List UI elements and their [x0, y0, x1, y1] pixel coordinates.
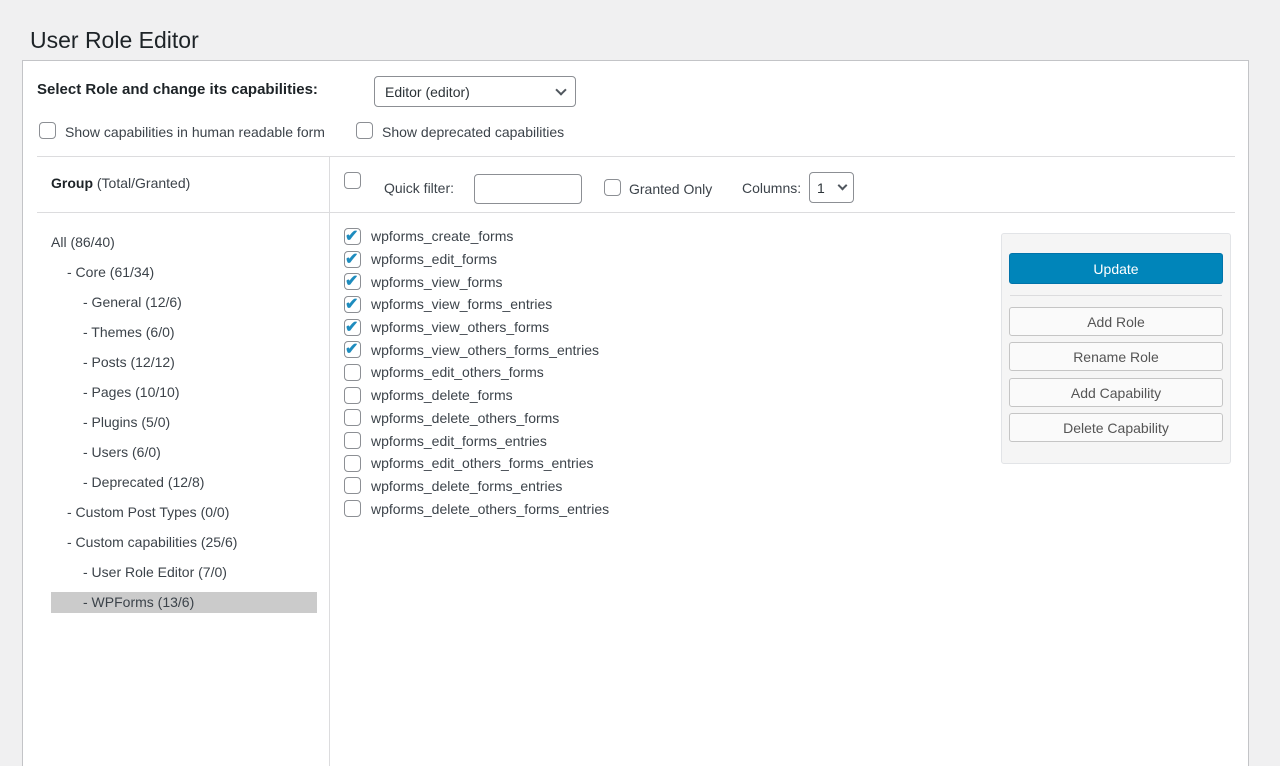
group-tree-item[interactable]: All (86/40) — [51, 232, 317, 253]
capability-checkbox[interactable] — [344, 296, 361, 313]
group-header-subtitle: (Total/Granted) — [93, 175, 190, 191]
capability-row: wpforms_edit_others_forms — [344, 361, 609, 384]
deprecated-checkbox[interactable] — [356, 122, 373, 139]
role-select-value: Editor (editor) — [385, 84, 557, 100]
rename-role-button[interactable]: Rename Role — [1009, 342, 1223, 371]
columns-select[interactable]: 1 — [809, 172, 854, 203]
human-readable-checkbox[interactable] — [39, 122, 56, 139]
quick-filter-label: Quick filter: — [384, 180, 454, 196]
capability-label: wpforms_edit_others_forms — [371, 364, 544, 380]
human-readable-label: Show capabilities in human readable form — [65, 124, 325, 140]
capability-row: wpforms_create_forms — [344, 225, 609, 248]
columns-label: Columns: — [742, 180, 801, 196]
chevron-down-icon — [555, 84, 566, 95]
role-select[interactable]: Editor (editor) — [374, 76, 576, 107]
capability-label: wpforms_view_others_forms — [371, 319, 549, 335]
group-tree-item[interactable]: - Custom capabilities (25/6) — [51, 532, 317, 553]
group-tree-item[interactable]: - User Role Editor (7/0) — [51, 562, 317, 583]
add-capability-button[interactable]: Add Capability — [1009, 378, 1223, 407]
capability-label: wpforms_delete_forms — [371, 387, 513, 403]
divider — [1010, 295, 1222, 296]
capability-checkbox[interactable] — [344, 455, 361, 472]
granted-only-label: Granted Only — [629, 181, 712, 197]
capability-label: wpforms_delete_forms_entries — [371, 478, 562, 494]
granted-only-checkbox[interactable] — [604, 179, 621, 196]
capability-label: wpforms_view_others_forms_entries — [371, 342, 599, 358]
group-header: Group (Total/Granted) — [51, 175, 190, 191]
select-all-checkbox[interactable] — [344, 172, 361, 189]
group-tree-item[interactable]: - Plugins (5/0) — [51, 412, 317, 433]
select-role-label: Select Role and change its capabilities: — [37, 81, 318, 98]
capability-label: wpforms_edit_others_forms_entries — [371, 455, 594, 471]
page-title: User Role Editor — [30, 26, 199, 56]
deprecated-label: Show deprecated capabilities — [382, 124, 564, 140]
capability-label: wpforms_delete_others_forms_entries — [371, 501, 609, 517]
capability-label: wpforms_create_forms — [371, 228, 513, 244]
group-tree-item[interactable]: - WPForms (13/6) — [51, 592, 317, 613]
capability-checkbox[interactable] — [344, 409, 361, 426]
capability-label: wpforms_view_forms — [371, 274, 502, 290]
capability-checkbox[interactable] — [344, 500, 361, 517]
capability-row: wpforms_view_others_forms_entries — [344, 338, 609, 361]
capability-row: wpforms_view_others_forms — [344, 316, 609, 339]
capability-row: wpforms_view_forms_entries — [344, 293, 609, 316]
capability-row: wpforms_edit_forms — [344, 248, 609, 271]
capability-label: wpforms_edit_forms — [371, 251, 497, 267]
chevron-down-icon — [838, 181, 848, 191]
capability-row: wpforms_delete_others_forms — [344, 407, 609, 430]
capability-list: wpforms_create_forms wpforms_edit_formswp… — [344, 225, 609, 520]
capability-checkbox[interactable] — [344, 364, 361, 381]
delete-capability-button[interactable]: Delete Capability — [1009, 413, 1223, 442]
group-tree-item[interactable]: - Core (61/34) — [51, 262, 317, 283]
capability-checkbox[interactable] — [344, 341, 361, 358]
user-role-editor-panel: Select Role and change its capabilities:… — [22, 60, 1249, 766]
capability-checkbox[interactable] — [344, 432, 361, 449]
capability-checkbox[interactable] — [344, 319, 361, 336]
group-tree: All (86/40) - Core (61/34) - General (12/6… — [51, 232, 317, 622]
capability-checkbox[interactable] — [344, 228, 361, 245]
divider — [37, 156, 1235, 157]
capability-checkbox[interactable] — [344, 273, 361, 290]
group-tree-item[interactable]: - General (12/6) — [51, 292, 317, 313]
group-header-title: Group — [51, 175, 93, 191]
quick-filter-input[interactable] — [474, 174, 582, 204]
add-role-button[interactable]: Add Role — [1009, 307, 1223, 336]
capability-row: wpforms_delete_others_forms_entries — [344, 497, 609, 520]
capability-row: wpforms_edit_forms_entries — [344, 429, 609, 452]
capability-checkbox[interactable] — [344, 387, 361, 404]
capability-label: wpforms_view_forms_entries — [371, 296, 552, 312]
group-tree-item[interactable]: - Deprecated (12/8) — [51, 472, 317, 493]
capability-row: wpforms_delete_forms_entries — [344, 475, 609, 498]
divider — [37, 212, 1235, 213]
vertical-divider — [329, 157, 330, 766]
group-tree-item[interactable]: - Users (6/0) — [51, 442, 317, 463]
capability-row: wpforms_view_forms — [344, 270, 609, 293]
capability-checkbox[interactable] — [344, 251, 361, 268]
update-button[interactable]: Update — [1009, 253, 1223, 284]
group-tree-item[interactable]: - Posts (12/12) — [51, 352, 317, 373]
capability-row: wpforms_delete_forms — [344, 384, 609, 407]
group-tree-item[interactable]: - Themes (6/0) — [51, 322, 317, 343]
group-tree-item[interactable]: - Custom Post Types (0/0) — [51, 502, 317, 523]
capability-checkbox[interactable] — [344, 477, 361, 494]
capability-row: wpforms_edit_others_forms_entries — [344, 452, 609, 475]
actions-panel: Update Add Role Rename Role Add Capabili… — [1001, 233, 1231, 464]
columns-select-value: 1 — [817, 180, 839, 196]
capability-label: wpforms_edit_forms_entries — [371, 433, 547, 449]
group-tree-item[interactable]: - Pages (10/10) — [51, 382, 317, 403]
capability-label: wpforms_delete_others_forms — [371, 410, 559, 426]
